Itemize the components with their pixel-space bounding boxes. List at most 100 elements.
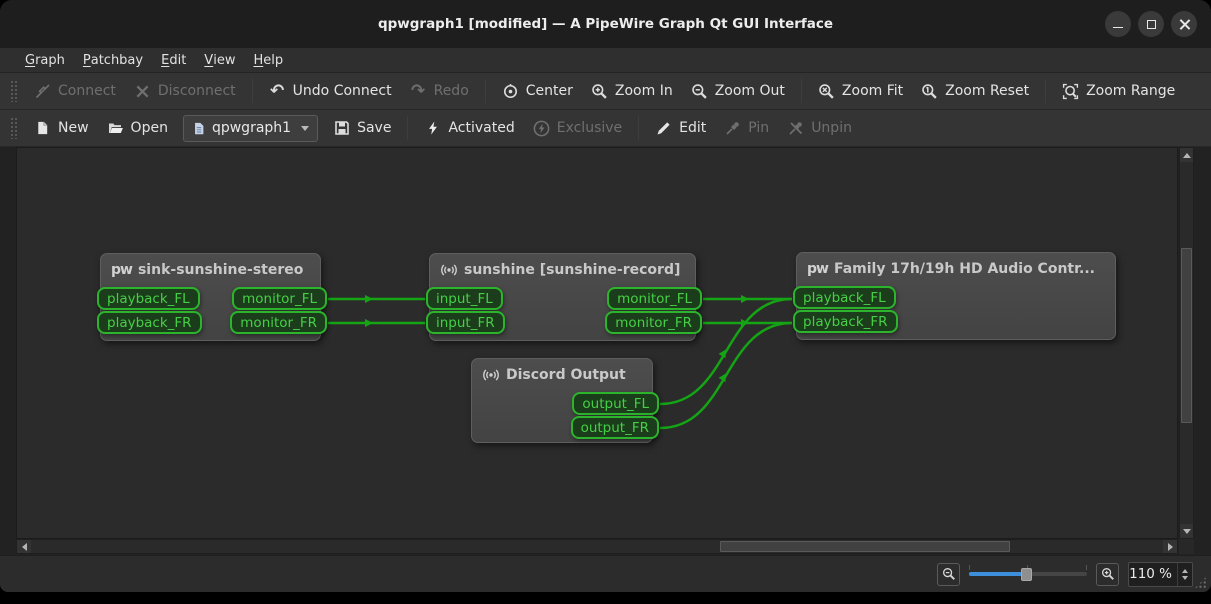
toolbar-drag-handle[interactable] [10, 117, 17, 139]
zoom-in-button[interactable]: Zoom In [582, 76, 682, 106]
app-window: qpwgraph1 [modified] — A PipeWire Graph … [0, 0, 1211, 592]
patchbay-select-value: qpwgraph1 [212, 120, 291, 136]
toolbar-separator [801, 79, 802, 103]
graph-canvas[interactable]: pw sink-sunshine-stereo playback_FL play… [16, 147, 1178, 539]
menu-view[interactable]: View [195, 48, 244, 73]
zoom-fit-button[interactable]: Zoom Fit [809, 76, 912, 106]
menu-edit[interactable]: Edit [152, 48, 195, 73]
titlebar[interactable]: qpwgraph1 [modified] — A PipeWire Graph … [0, 0, 1211, 48]
arrow-right-icon [1168, 543, 1173, 551]
lightning-icon [424, 120, 441, 137]
redo-button[interactable]: ↷ Redo [401, 76, 478, 106]
unpin-button[interactable]: Unpin [778, 113, 861, 143]
patchbay-file-icon [192, 121, 206, 136]
node-title: Discord Output [506, 367, 626, 383]
exclusive-button[interactable]: Exclusive [524, 113, 631, 143]
zoom-reset-icon [921, 83, 938, 100]
menu-help[interactable]: Help [244, 48, 292, 73]
media-stream-icon [440, 262, 458, 278]
disconnect-icon [134, 83, 151, 100]
node-family-hd-audio[interactable]: pw Family 17h/19h HD Audio Contr... play… [796, 252, 1116, 340]
menu-graph[interactable]: Graph [16, 48, 74, 73]
minimize-button[interactable] [1105, 11, 1131, 37]
zoom-in-icon [591, 83, 608, 100]
open-button[interactable]: Open [98, 113, 177, 143]
statusbar-zoom-in-button[interactable] [1096, 563, 1119, 586]
toolbar-separator [485, 79, 486, 103]
scroll-left-button[interactable] [17, 540, 31, 553]
statusbar-zoom-out-button[interactable] [937, 563, 960, 586]
graph-area: pw sink-sunshine-stereo playback_FL play… [0, 147, 1211, 555]
new-button[interactable]: New [25, 113, 98, 143]
statusbar: 110 % [0, 555, 1211, 592]
port-monitor-fr[interactable]: monitor_FR [605, 311, 702, 334]
circled-lightning-icon [533, 120, 550, 137]
media-stream-icon [482, 367, 500, 383]
node-sink-sunshine-stereo[interactable]: pw sink-sunshine-stereo playback_FL play… [100, 253, 321, 341]
vertical-scrollbar-thumb[interactable] [1181, 248, 1192, 423]
zoom-in-icon [1101, 567, 1115, 581]
edit-button[interactable]: Edit [646, 113, 715, 143]
horizontal-scrollbar[interactable] [16, 539, 1178, 554]
node-discord-output[interactable]: Discord Output output_FL output_FR [471, 358, 653, 443]
toolbar-separator [1045, 79, 1046, 103]
arrow-left-icon [22, 543, 27, 551]
port-monitor-fl[interactable]: monitor_FL [607, 287, 702, 310]
maximize-button[interactable] [1138, 11, 1164, 37]
zoom-reset-button[interactable]: Zoom Reset [912, 76, 1038, 106]
close-icon [1179, 19, 1190, 30]
close-button[interactable] [1171, 11, 1197, 37]
port-monitor-fl[interactable]: monitor_FL [232, 287, 327, 310]
pin-button[interactable]: Pin [715, 113, 778, 143]
menubar: Graph Patchbay Edit View Help [0, 48, 1211, 73]
zoom-slider-handle[interactable] [1021, 568, 1032, 581]
arrow-up-icon [1183, 153, 1191, 158]
scrollbar-corner [1179, 539, 1194, 554]
zoom-slider[interactable] [969, 564, 1087, 584]
scroll-right-button[interactable] [1163, 540, 1177, 553]
vertical-scrollbar[interactable] [1179, 147, 1194, 539]
zoom-out-button[interactable]: Zoom Out [682, 76, 794, 106]
port-input-fl[interactable]: input_FL [426, 287, 503, 310]
center-icon [502, 83, 519, 100]
new-file-icon [34, 120, 51, 137]
node-title: Family 17h/19h HD Audio Contr... [834, 261, 1095, 277]
save-button[interactable]: Save [324, 113, 400, 143]
center-button[interactable]: Center [493, 76, 582, 106]
scroll-down-button[interactable] [1180, 524, 1193, 538]
spin-up-button[interactable] [1182, 569, 1188, 573]
connect-icon [34, 83, 51, 100]
window-resize-grip[interactable] [1194, 576, 1207, 589]
port-output-fr[interactable]: output_FR [571, 416, 659, 439]
undo-connect-button[interactable]: ↶ Undo Connect [260, 76, 401, 106]
chevron-down-icon [301, 126, 309, 131]
unpin-icon [787, 120, 804, 137]
node-title: sunshine [sunshine-record] [464, 262, 680, 278]
toolbar-drag-handle[interactable] [10, 80, 17, 102]
patchbay-select[interactable]: qpwgraph1 [183, 115, 318, 142]
horizontal-scrollbar-thumb[interactable] [720, 541, 1010, 552]
connection-cables [17, 148, 1178, 539]
spin-down-button[interactable] [1182, 576, 1188, 580]
connect-button[interactable]: Connect [25, 76, 125, 106]
zoom-spinbox[interactable]: 110 % [1128, 562, 1193, 587]
port-monitor-fr[interactable]: monitor_FR [230, 311, 327, 334]
port-output-fl[interactable]: output_FL [572, 392, 659, 415]
port-playback-fr[interactable]: playback_FR [97, 311, 202, 334]
port-playback-fr[interactable]: playback_FR [793, 310, 898, 333]
port-playback-fl[interactable]: playback_FL [97, 287, 200, 310]
node-sunshine[interactable]: sunshine [sunshine-record] input_FL inpu… [429, 253, 696, 341]
menu-patchbay[interactable]: Patchbay [74, 48, 152, 73]
activated-button[interactable]: Activated [415, 113, 523, 143]
scroll-up-button[interactable] [1180, 148, 1193, 162]
zoom-range-icon [1062, 83, 1079, 100]
pin-icon [724, 120, 741, 137]
disconnect-button[interactable]: Disconnect [125, 76, 245, 106]
port-input-fr[interactable]: input_FR [426, 311, 505, 334]
zoom-out-icon [942, 567, 956, 581]
zoom-fit-icon [818, 83, 835, 100]
zoom-range-button[interactable]: Zoom Range [1053, 76, 1184, 106]
node-title: sink-sunshine-stereo [138, 262, 303, 278]
window-title: qpwgraph1 [modified] — A PipeWire Graph … [0, 0, 1211, 48]
port-playback-fl[interactable]: playback_FL [793, 286, 896, 309]
